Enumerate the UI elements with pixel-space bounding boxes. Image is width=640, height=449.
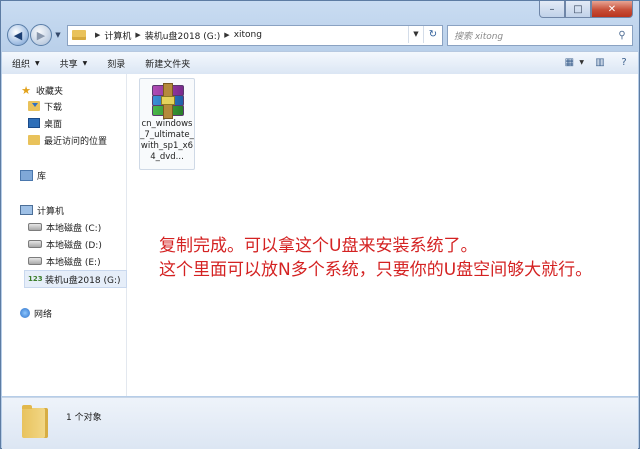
nav-recent[interactable]: 最近访问的位置 bbox=[28, 132, 107, 148]
nav-computer[interactable]: 计算机 bbox=[20, 202, 64, 218]
view-controls: ▦ ▼ ▥ ? bbox=[553, 55, 632, 69]
nav-desktop-label: 桌面 bbox=[44, 119, 63, 130]
downloads-icon bbox=[28, 101, 40, 111]
address-row: ◀ ▶ ▼ ▶ 计算机 ▶ 装机u盘2018 (G:) ▶ xitong ▼ ↻… bbox=[7, 23, 633, 47]
nav-desktop[interactable]: 桌面 bbox=[28, 115, 62, 131]
preview-pane-icon[interactable]: ▥ bbox=[592, 55, 608, 69]
new-folder-button[interactable]: 新建文件夹 bbox=[135, 57, 200, 70]
chevron-down-icon[interactable]: ▼ bbox=[579, 59, 584, 66]
navigation-pane: ★ 收藏夹 下载 桌面 最近访问的位置 库 计算机 本地磁盘 (C:) 本地磁盘 … bbox=[2, 74, 127, 396]
search-icon[interactable]: ⚲ bbox=[615, 30, 629, 41]
nav-network-label: 网络 bbox=[34, 309, 53, 320]
main-body: ★ 收藏夹 下载 桌面 最近访问的位置 库 计算机 本地磁盘 (C:) 本地磁盘 … bbox=[2, 74, 638, 396]
nav-drive-g[interactable]: 123 装机u盘2018 (G:) bbox=[24, 270, 127, 288]
hard-drive-icon bbox=[28, 223, 42, 231]
usb-drive-icon: 123 bbox=[28, 275, 43, 283]
star-icon: ★ bbox=[21, 83, 31, 97]
chevron-down-icon: ▼ bbox=[82, 59, 88, 67]
details-pane: 1 个对象 bbox=[2, 397, 638, 449]
organize-label: 组织 bbox=[12, 59, 31, 70]
folder-icon bbox=[72, 30, 86, 40]
forward-arrow-icon: ▶ bbox=[36, 28, 46, 42]
annotation-line-2: 这个里面可以放N多个系统，只要你的U盘空间够大就行。 bbox=[159, 260, 593, 280]
explorer-window: – □ ✕ ◀ ▶ ▼ ▶ 计算机 ▶ 装机u盘2018 (G:) ▶ xito… bbox=[0, 0, 640, 449]
nav-network[interactable]: 网络 bbox=[20, 305, 52, 321]
breadcrumb-drive[interactable]: 装机u盘2018 (G:) bbox=[145, 29, 221, 42]
chevron-down-icon: ▼ bbox=[35, 59, 40, 67]
crumb-separator-icon[interactable]: ▶ bbox=[135, 31, 140, 39]
nav-drive-c[interactable]: 本地磁盘 (C:) bbox=[28, 219, 101, 235]
nav-drive-e[interactable]: 本地磁盘 (E:) bbox=[28, 253, 101, 269]
caption-controls: – □ ✕ bbox=[539, 1, 633, 18]
back-arrow-icon: ◀ bbox=[13, 28, 23, 42]
nav-computer-label: 计算机 bbox=[37, 206, 65, 217]
new-folder-label: 新建文件夹 bbox=[145, 59, 191, 70]
network-icon bbox=[20, 308, 30, 318]
desktop-icon bbox=[28, 118, 40, 128]
nav-drive-g-label: 装机u盘2018 (G:) bbox=[45, 275, 121, 286]
burn-button[interactable]: 刻录 bbox=[97, 57, 135, 70]
help-icon[interactable]: ? bbox=[616, 55, 632, 69]
folder-icon bbox=[22, 405, 48, 438]
command-bar: 组织 ▼ 共享 ▼ 刻录 新建文件夹 ▦ ▼ ▥ ? bbox=[2, 51, 638, 75]
close-button[interactable]: ✕ bbox=[591, 1, 633, 18]
winrar-archive-icon bbox=[151, 83, 184, 119]
address-actions: ▼ ↻ bbox=[408, 25, 442, 43]
breadcrumb-computer[interactable]: 计算机 bbox=[104, 29, 131, 42]
recent-places-icon bbox=[28, 135, 40, 145]
nav-drive-d-label: 本地磁盘 (D:) bbox=[46, 240, 102, 251]
address-dropdown-icon[interactable]: ▼ bbox=[408, 25, 423, 43]
nav-downloads-label: 下载 bbox=[44, 102, 63, 113]
refresh-icon[interactable]: ↻ bbox=[423, 25, 442, 43]
annotation-text: 复制完成。可以拿这个U盘来安装系统了。 这个里面可以放N多个系统，只要你的U盘空… bbox=[159, 234, 592, 282]
organize-menu[interactable]: 组织 ▼ bbox=[2, 57, 50, 70]
file-name: cn_windows_7_ultimate_with_sp1_x64_dvd..… bbox=[140, 119, 194, 162]
share-menu[interactable]: 共享 ▼ bbox=[50, 57, 98, 70]
share-label: 共享 bbox=[59, 59, 78, 70]
annotation-line-1: 复制完成。可以拿这个U盘来安装系统了。 bbox=[159, 236, 478, 256]
crumb-separator-icon[interactable]: ▶ bbox=[95, 31, 100, 39]
minimize-button[interactable]: – bbox=[539, 1, 565, 18]
nav-recent-label: 最近访问的位置 bbox=[44, 136, 108, 147]
nav-downloads[interactable]: 下载 bbox=[28, 98, 62, 114]
nav-libraries-label: 库 bbox=[37, 171, 47, 182]
file-list: cn_windows_7_ultimate_with_sp1_x64_dvd..… bbox=[127, 74, 638, 396]
nav-drive-c-label: 本地磁盘 (C:) bbox=[46, 223, 102, 234]
nav-drive-d[interactable]: 本地磁盘 (D:) bbox=[28, 236, 102, 252]
address-bar[interactable]: ▶ 计算机 ▶ 装机u盘2018 (G:) ▶ xitong ▼ ↻ bbox=[67, 24, 443, 46]
nav-libraries[interactable]: 库 bbox=[20, 167, 46, 183]
burn-label: 刻录 bbox=[107, 59, 126, 70]
nav-favorites[interactable]: ★ 收藏夹 bbox=[20, 82, 63, 98]
search-placeholder: 搜索 xitong bbox=[454, 31, 504, 42]
view-options-icon[interactable]: ▦ bbox=[561, 55, 577, 69]
libraries-icon bbox=[20, 169, 33, 181]
crumb-separator-icon[interactable]: ▶ bbox=[224, 31, 229, 39]
hard-drive-icon bbox=[28, 240, 42, 248]
hard-drive-icon bbox=[28, 257, 42, 265]
forward-button[interactable]: ▶ bbox=[30, 24, 52, 46]
nav-favorites-label: 收藏夹 bbox=[36, 86, 64, 97]
maximize-button[interactable]: □ bbox=[565, 1, 591, 18]
back-button[interactable]: ◀ bbox=[7, 24, 29, 46]
search-input[interactable]: 搜索 xitong ⚲ bbox=[447, 24, 633, 46]
breadcrumb-xitong[interactable]: xitong bbox=[234, 30, 262, 40]
nav-drive-e-label: 本地磁盘 (E:) bbox=[46, 257, 101, 268]
computer-icon bbox=[20, 205, 33, 215]
recent-pages-dropdown[interactable]: ▼ bbox=[53, 31, 63, 39]
item-count: 1 个对象 bbox=[66, 413, 102, 423]
file-item[interactable]: cn_windows_7_ultimate_with_sp1_x64_dvd..… bbox=[139, 78, 195, 170]
